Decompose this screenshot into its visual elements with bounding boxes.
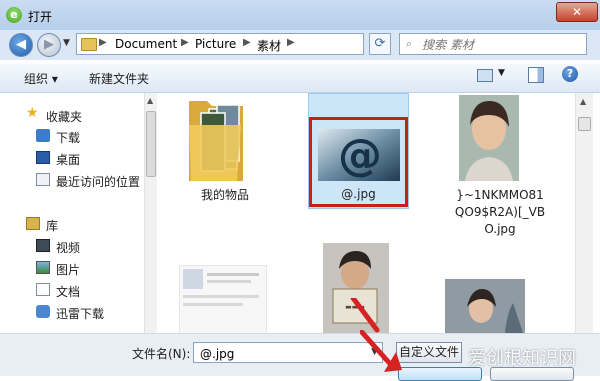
back-button[interactable]: ◀	[9, 33, 33, 57]
new-folder-button[interactable]: 新建文件夹	[89, 70, 149, 87]
recent-places-icon	[36, 173, 50, 186]
download-icon	[36, 129, 50, 142]
refresh-button[interactable]: ⟳	[369, 33, 391, 55]
file-name-line: O.jpg	[484, 222, 516, 236]
window-title: 打开	[28, 10, 53, 24]
app-icon: e	[6, 7, 22, 23]
breadcrumb-picture[interactable]: Picture	[195, 37, 236, 51]
filename-field[interactable]: ▼	[193, 342, 383, 363]
address-bar[interactable]: ▶ Document ▶ Picture ▶ 素材 ▶ ▼	[76, 33, 432, 55]
history-dropdown-icon[interactable]: ▼	[63, 38, 70, 48]
breadcrumb-arrow-icon[interactable]: ▶	[99, 37, 107, 48]
file-list: 我的物品 @ @.jpg }~1NKMMO81 QO9$R2A)[_VB O.j…	[157, 93, 575, 333]
sidebar-item-label: 最近访问的位置	[56, 175, 141, 189]
folder-icon	[81, 38, 97, 51]
sidebar-item-label: 视频	[56, 241, 81, 255]
document-screenshot-image	[179, 265, 267, 333]
search-icon: ⌕	[406, 37, 413, 50]
organize-button[interactable]: 组织 ▾	[24, 70, 58, 87]
desktop-icon	[36, 151, 50, 164]
sidebar-item-label: 库	[46, 219, 59, 233]
watermark: 爱创根知识网	[468, 348, 576, 369]
sidebar-item-downloads[interactable]: 下载	[0, 125, 144, 147]
sidebar-item-label: 文档	[56, 285, 81, 299]
file-item[interactable]: 我的物品	[177, 95, 273, 205]
scroll-up-icon[interactable]: ▲	[147, 96, 153, 105]
sidebar-item-recent[interactable]: 最近访问的位置	[0, 169, 144, 191]
file-item[interactable]: }~1NKMMO81 QO9$R2A)[_VB O.jpg	[445, 95, 555, 236]
sidebar-item-label: 迅雷下载	[56, 307, 105, 321]
forward-button[interactable]: ▶	[37, 33, 61, 57]
sidebar-item-label: 下载	[56, 131, 81, 145]
sidebar-item-desktop[interactable]: 桌面	[0, 147, 144, 169]
file-name: @.jpg	[341, 187, 376, 201]
scroll-up-icon[interactable]: ▲	[580, 97, 586, 106]
at-sign-image: @	[318, 129, 400, 181]
sidebar-scrollbar[interactable]: ▲	[144, 93, 157, 333]
breadcrumb-sucai[interactable]: 素材	[257, 37, 281, 54]
breadcrumb-arrow-icon[interactable]: ▶	[181, 37, 189, 48]
sidebar-item-documents[interactable]: 文档	[0, 279, 144, 301]
search-input[interactable]	[420, 36, 584, 54]
breadcrumb-arrow-icon[interactable]: ▶	[287, 37, 295, 48]
title-bar: e 打开 ✕	[0, 0, 600, 31]
portrait-image	[459, 95, 519, 181]
filename-input[interactable]	[198, 345, 370, 362]
pictures-icon	[36, 261, 50, 274]
sidebar-item-thunder[interactable]: 迅雷下载	[0, 301, 144, 323]
search-box[interactable]: ⌕	[399, 33, 587, 55]
help-button[interactable]: ?	[562, 66, 578, 82]
scrollbar-thumb[interactable]	[578, 117, 591, 131]
svg-text:@: @	[338, 130, 382, 181]
sidebar-item-pictures[interactable]: 图片	[0, 257, 144, 279]
libraries-icon	[26, 217, 40, 230]
file-item-selected[interactable]: @ @.jpg	[308, 93, 409, 209]
breadcrumb-arrow-icon[interactable]: ▶	[243, 37, 251, 48]
preview-pane-icon[interactable]	[528, 67, 544, 83]
annotation-arrow-icon	[350, 298, 380, 333]
file-name-line: }~1NKMMO81	[456, 188, 544, 202]
sidebar-item-label: 图片	[56, 263, 81, 277]
sidebar-item-videos[interactable]: 视频	[0, 235, 144, 257]
folder-icon	[189, 101, 243, 181]
file-name: 我的物品	[200, 188, 249, 202]
sidebar-item-libraries[interactable]: 库	[0, 213, 144, 235]
sidebar-item-label: 桌面	[56, 153, 81, 167]
photo-thumbnail-image	[445, 279, 525, 333]
sidebar-item-label: 收藏夹	[46, 110, 83, 124]
scrollbar-thumb[interactable]	[146, 111, 156, 177]
navigation-pane: ★ 收藏夹 下载 桌面 最近访问的位置 库 视频 图片 文档 迅雷下载	[0, 93, 144, 333]
file-list-scrollbar[interactable]: ▲	[575, 93, 593, 333]
close-button[interactable]: ✕	[556, 2, 598, 22]
file-name-line: QO9$R2A)[_VB	[454, 205, 546, 219]
annotation-arrow-head-icon	[360, 330, 402, 372]
sidebar-item-favorites[interactable]: ★ 收藏夹	[0, 104, 144, 126]
toolbar: 组织 ▾ 新建文件夹	[0, 64, 600, 93]
star-icon: ★	[26, 105, 39, 121]
thunder-download-icon	[36, 305, 50, 318]
documents-icon	[36, 283, 50, 296]
breadcrumb-document[interactable]: Document	[115, 37, 177, 51]
view-options-icon[interactable]	[477, 69, 493, 82]
video-icon	[36, 239, 50, 252]
view-dropdown-icon[interactable]: ▼	[498, 68, 505, 78]
filename-label: 文件名(N):	[132, 347, 191, 361]
